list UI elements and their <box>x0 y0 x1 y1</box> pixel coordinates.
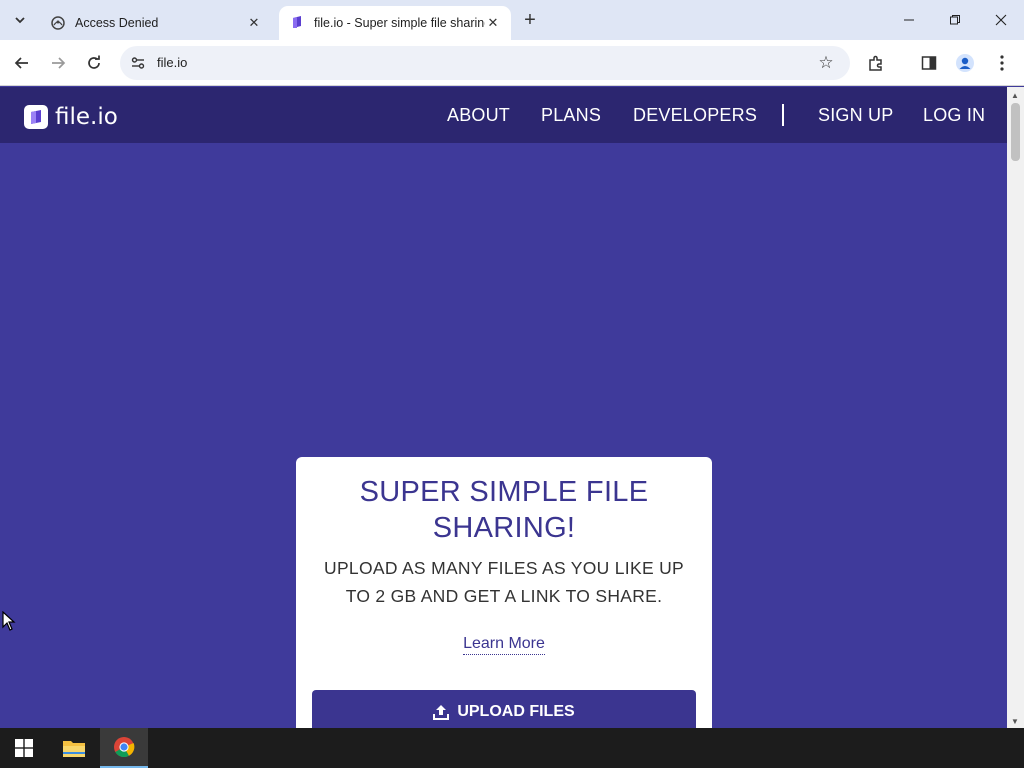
menu-button[interactable] <box>988 49 1016 77</box>
side-panel-button[interactable] <box>915 49 943 77</box>
file-io-logo-icon <box>24 105 48 129</box>
nav-plans[interactable]: PLANS <box>541 105 601 126</box>
web-page: file.io ABOUT PLANS DEVELOPERS SIGN UP L… <box>0 87 1007 728</box>
nav-log-in[interactable]: LOG IN <box>923 105 985 126</box>
nav-developers[interactable]: DEVELOPERS <box>633 105 757 126</box>
tab-title: Access Denied <box>75 16 159 30</box>
nav-sign-up[interactable]: SIGN UP <box>818 105 893 126</box>
upload-icon <box>433 704 450 720</box>
kebab-menu-icon <box>1000 55 1004 71</box>
page-scrollbar[interactable]: ▲ ▼ <box>1007 87 1024 728</box>
puzzle-icon <box>869 55 882 71</box>
nav-about[interactable]: ABOUT <box>447 105 510 126</box>
tab-title: file.io - Super simple file sharing <box>314 16 485 30</box>
extensions-button[interactable] <box>862 49 890 77</box>
minimize-button[interactable] <box>894 6 924 34</box>
logo-text: file.io <box>55 104 118 130</box>
mouse-cursor-icon <box>2 610 16 636</box>
close-window-button[interactable] <box>986 6 1016 34</box>
browser-tab-strip: Access Denied ✕ file.io - Super simple f… <box>0 0 1024 40</box>
chevron-down-icon <box>15 17 25 24</box>
upload-files-label: UPLOAD FILES <box>457 703 575 720</box>
arrow-right-icon <box>52 57 66 69</box>
site-info-icon[interactable] <box>128 53 148 73</box>
tab-search-button[interactable] <box>6 7 34 33</box>
restore-button[interactable] <box>940 6 970 34</box>
upload-files-button[interactable]: UPLOAD FILES <box>312 690 696 728</box>
back-button[interactable] <box>8 49 36 77</box>
minimize-icon <box>904 19 914 21</box>
learn-more-link[interactable]: Learn More <box>463 635 545 655</box>
new-tab-button[interactable]: + <box>519 9 541 31</box>
upload-card: SUPER SIMPLE FILE SHARING! UPLOAD AS MAN… <box>296 457 712 728</box>
restore-icon <box>950 15 960 25</box>
taskbar-chrome[interactable] <box>100 728 148 768</box>
start-button[interactable] <box>0 728 48 768</box>
avatar-icon <box>956 54 974 72</box>
access-denied-favicon-icon <box>50 15 66 31</box>
scrollbar-thumb[interactable] <box>1011 103 1020 161</box>
tab-file-io[interactable]: file.io - Super simple file sharing ✕ <box>279 6 511 40</box>
forward-button[interactable] <box>44 49 72 77</box>
side-panel-icon <box>921 56 937 70</box>
close-icon <box>995 14 1007 26</box>
browser-toolbar: file.io ☆ <box>0 40 1024 86</box>
close-icon[interactable]: ✕ <box>246 15 262 31</box>
bookmark-star-icon[interactable]: ☆ <box>816 53 836 73</box>
file-io-favicon-icon <box>289 15 305 31</box>
windows-taskbar <box>0 728 1024 768</box>
folder-icon <box>63 741 85 757</box>
tab-access-denied[interactable]: Access Denied ✕ <box>40 6 272 40</box>
windows-logo-icon <box>15 739 33 757</box>
reload-button[interactable] <box>80 49 108 77</box>
scroll-down-icon[interactable]: ▼ <box>1011 717 1019 726</box>
arrow-left-icon <box>14 57 28 69</box>
scroll-up-icon[interactable]: ▲ <box>1011 91 1019 100</box>
site-logo[interactable]: file.io <box>24 104 118 130</box>
hero-title: SUPER SIMPLE FILE SHARING! <box>359 476 649 544</box>
taskbar-file-explorer[interactable] <box>50 728 98 768</box>
nav-divider <box>782 104 784 126</box>
reload-icon <box>88 55 100 69</box>
profile-button[interactable] <box>951 49 979 77</box>
close-icon[interactable]: ✕ <box>485 15 501 31</box>
hero-subtitle: UPLOAD AS MANY FILES AS YOU LIKE UP TO 2… <box>324 558 684 606</box>
chrome-icon <box>114 737 135 758</box>
learn-more-container: Learn More <box>296 635 712 655</box>
site-header: file.io ABOUT PLANS DEVELOPERS SIGN UP L… <box>0 87 1007 143</box>
url-text: file.io <box>157 55 188 70</box>
address-bar[interactable]: file.io ☆ <box>120 46 850 80</box>
